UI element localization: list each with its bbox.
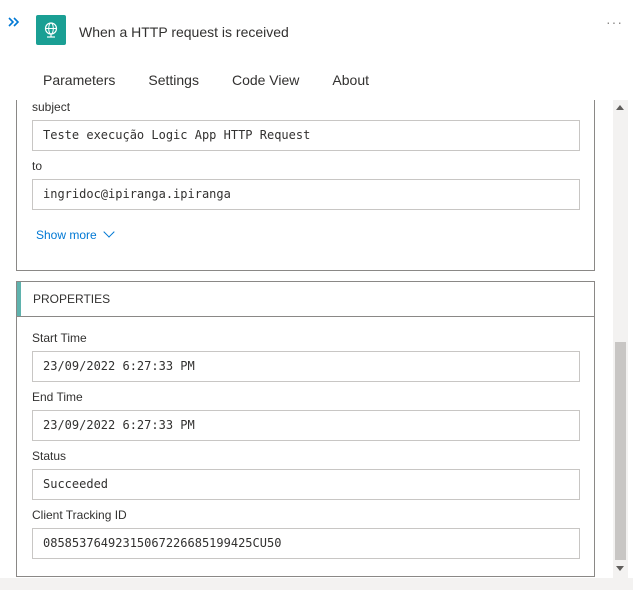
status-field[interactable]: Succeeded	[32, 469, 580, 500]
tab-settings[interactable]: Settings	[135, 62, 212, 102]
subject-label: subject	[32, 100, 71, 114]
parameters-panel: subject Teste execução Logic App HTTP Re…	[0, 100, 633, 578]
to-label: to	[32, 159, 43, 173]
start-time-label: Start Time	[32, 331, 87, 345]
more-options-icon[interactable]: ···	[606, 14, 623, 30]
properties-heading[interactable]: PROPERTIES	[17, 282, 594, 317]
scroll-down-icon[interactable]	[616, 566, 624, 571]
tab-about[interactable]: About	[319, 62, 382, 102]
scrollbar-thumb[interactable]	[615, 342, 626, 560]
end-time-field[interactable]: 23/09/2022 6:27:33 PM	[32, 410, 580, 441]
to-field[interactable]: ingridoc@ipiranga.ipiranga	[32, 179, 580, 210]
trigger-title: When a HTTP request is received	[79, 24, 289, 40]
end-time-label: End Time	[32, 390, 83, 404]
section-accent-bar	[17, 282, 21, 316]
parameters-card: subject Teste execução Logic App HTTP Re…	[16, 100, 595, 271]
globe-icon	[36, 15, 66, 45]
tab-bar: Parameters Settings Code View About	[30, 62, 382, 102]
show-more-label: Show more	[36, 228, 97, 242]
double-chevron-right-icon[interactable]	[7, 15, 23, 31]
horizontal-scrollbar	[0, 578, 633, 590]
chevron-down-icon	[103, 226, 115, 238]
client-tracking-id-label: Client Tracking ID	[32, 508, 127, 522]
subject-field[interactable]: Teste execução Logic App HTTP Request	[32, 120, 580, 151]
properties-card: PROPERTIES Start Time 23/09/2022 6:27:33…	[16, 281, 595, 577]
start-time-field[interactable]: 23/09/2022 6:27:33 PM	[32, 351, 580, 382]
vertical-scrollbar[interactable]	[613, 100, 628, 578]
client-tracking-id-field[interactable]: 08585376492315067226685199425CU50	[32, 528, 580, 559]
tab-code-view[interactable]: Code View	[219, 62, 312, 102]
status-label: Status	[32, 449, 67, 463]
action-header: When a HTTP request is received ···	[0, 0, 633, 60]
scroll-up-icon[interactable]	[616, 105, 624, 110]
tab-parameters[interactable]: Parameters	[30, 62, 129, 102]
show-more-link[interactable]: Show more	[36, 226, 115, 242]
